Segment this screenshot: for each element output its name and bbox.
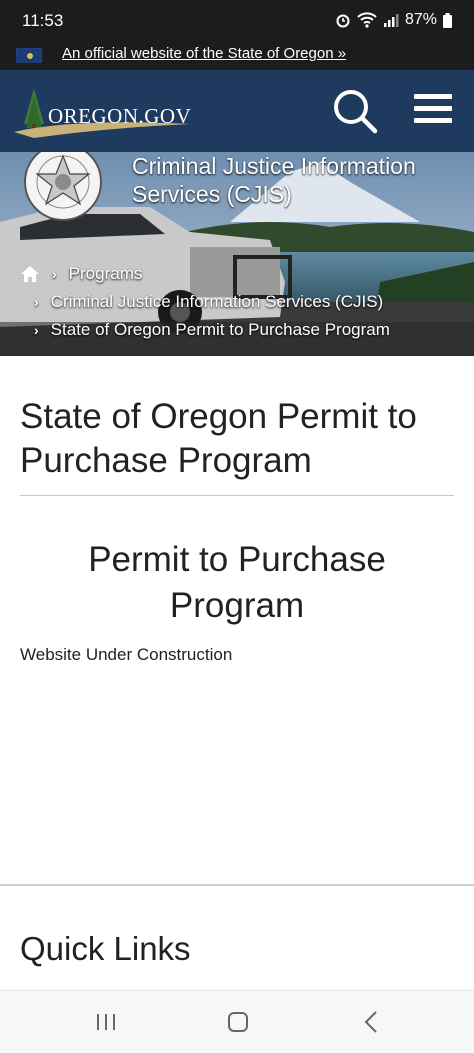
back-arrow-icon [364, 1011, 377, 1033]
status-icons: 87% [335, 11, 452, 29]
title-divider [20, 495, 454, 496]
hamburger-bar [414, 106, 452, 111]
breadcrumb-current-label: State of Oregon Permit to Purchase Progr… [50, 320, 390, 339]
battery-percent: 87% [404, 11, 437, 28]
breadcrumb-cjis-label: Criminal Justice Information Services (C… [50, 292, 384, 311]
recent-apps-button[interactable] [92, 1009, 122, 1035]
search-icon [334, 90, 378, 134]
hamburger-icon [414, 94, 452, 99]
site-header: OREGON.GOV [0, 70, 474, 152]
chevron-right-icon: › [52, 266, 57, 282]
recent-apps-icon [97, 1014, 115, 1030]
hero-banner: Criminal Justice Information Services (C… [0, 152, 474, 356]
alarm-icon [336, 14, 350, 28]
oregon-flag-icon [16, 48, 42, 63]
back-button[interactable] [357, 1009, 387, 1035]
status-time: 11:53 [22, 11, 64, 30]
battery-icon [443, 12, 452, 28]
home-circle-icon [228, 1012, 248, 1032]
hamburger-bar [414, 118, 452, 123]
signal-icon [383, 14, 399, 27]
logo-text: OREGON.GOV [48, 104, 192, 128]
quick-links-heading: Quick Links [20, 930, 191, 967]
chevron-right-icon: › [34, 294, 39, 310]
search-button[interactable] [332, 88, 378, 134]
breadcrumb-item-programs[interactable]: › Programs [20, 264, 142, 284]
section-heading: Permit to Purchase Program [88, 540, 386, 625]
breadcrumb-item-current: › State of Oregon Permit to Purchase Pro… [34, 320, 390, 340]
official-banner: An official website of the State of Oreg… [0, 40, 474, 70]
hero-title: Criminal Justice Information Services (C… [132, 153, 416, 207]
page-title: State of Oregon Permit to Purchase Progr… [20, 397, 417, 480]
system-nav-bar [0, 990, 474, 1053]
status-bar: 11:53 87% [0, 0, 474, 40]
home-button[interactable] [223, 1009, 253, 1035]
oregon-gov-logo[interactable]: OREGON.GOV [14, 84, 194, 140]
breadcrumb-programs-label: Programs [68, 264, 143, 283]
menu-button[interactable] [414, 94, 452, 128]
chevron-right-icon: › [34, 322, 39, 338]
official-website-link[interactable]: An official website of the State of Oreg… [62, 45, 346, 62]
construction-notice: Website Under Construction [20, 645, 233, 664]
breadcrumb-item-cjis[interactable]: › Criminal Justice Information Services … [34, 292, 383, 312]
cjis-badge-logo [24, 152, 102, 221]
home-icon[interactable] [20, 265, 40, 283]
wifi-icon [357, 12, 377, 28]
section-divider [0, 884, 474, 886]
